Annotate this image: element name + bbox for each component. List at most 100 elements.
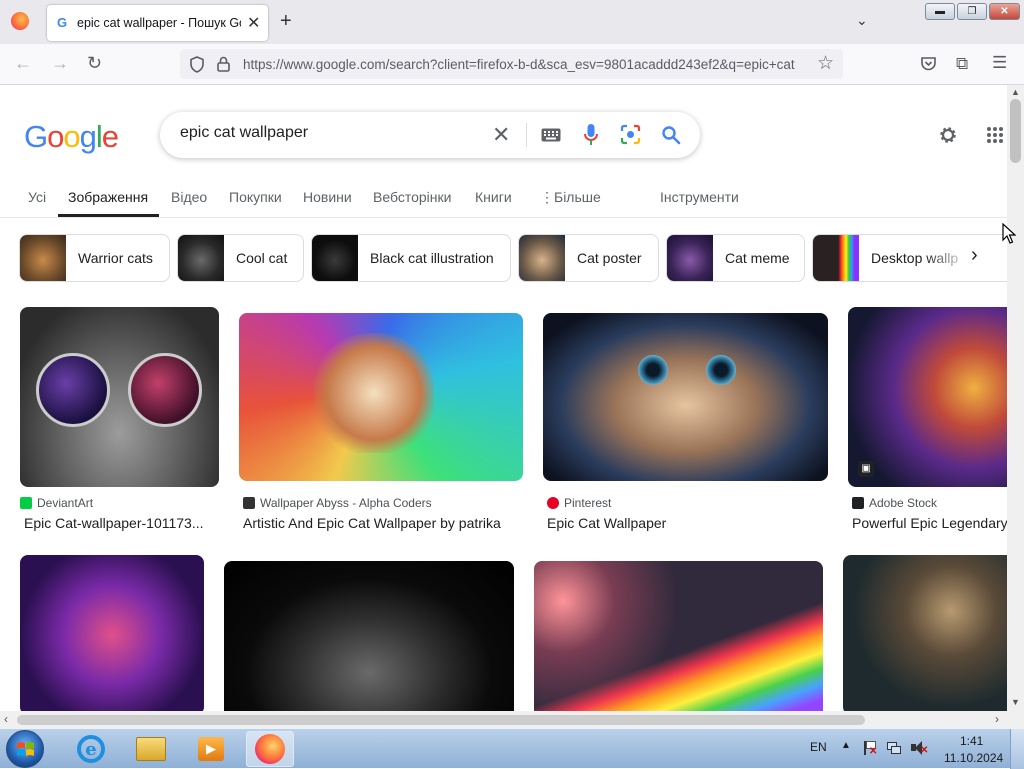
volume-muted-icon[interactable]: ✕ [910,739,928,757]
scroll-left-arrow-icon[interactable]: ‹ [4,712,8,726]
input-language-indicator[interactable]: EN [810,740,827,754]
chip-label: Cool cat [236,250,288,266]
image-result[interactable]: DeviantArt Epic Cat-wallpaper-101173... [20,307,219,535]
chip-black-cat-illustration[interactable]: Black cat illustration [311,234,511,282]
taskbar-file-explorer[interactable] [127,731,175,767]
adobe-stock-favicon-icon [852,497,864,509]
google-apps-grid-icon[interactable] [986,126,1004,144]
media-player-icon: ▶ [198,737,224,761]
image-result[interactable]: Wallpaper Abyss - Alpha Coders Artistic … [239,313,523,535]
image-result[interactable] [534,561,823,711]
tab-news[interactable]: Новини [303,189,352,205]
tab-videos[interactable]: Відео [171,189,207,205]
chips-next-chevron-icon[interactable]: › [971,244,978,267]
result-thumbnail[interactable] [20,555,204,711]
chip-warrior-cats[interactable]: Warrior cats [19,234,170,282]
taskbar-media-player[interactable]: ▶ [187,731,235,767]
taskbar-firefox-active[interactable] [246,731,294,767]
result-thumbnail[interactable] [20,307,219,487]
url-text[interactable]: https://www.google.com/search?client=fir… [243,57,809,72]
navigation-toolbar: ← → ↻ https://www.google.com/search?clie… [0,44,1024,85]
result-source[interactable]: Adobe Stock [852,496,937,510]
show-desktop-button[interactable] [1010,729,1024,769]
result-caption[interactable]: Epic Cat-wallpaper-101173... [24,515,219,531]
window-minimize-button[interactable]: ▬ [925,3,955,20]
result-thumbnail[interactable] [224,561,514,711]
tools-button[interactable]: Інструменти [660,189,739,205]
search-results-page: Google ✕ Усі Зображення Відео Покупки Но… [0,85,1007,711]
taskbar-internet-explorer[interactable]: e [67,731,115,767]
chip-label: Cat meme [725,250,790,266]
list-all-tabs-chevron-icon[interactable]: ⌄ [856,12,868,29]
windows-taskbar: e ▶ EN ▲ ✕ ✕ 1:41 11.10.2024 [0,728,1024,769]
result-thumbnail[interactable]: ▣ [848,307,1007,487]
bookmark-star-icon[interactable]: ☆ [817,52,834,75]
clear-search-icon[interactable]: ✕ [492,122,510,148]
keyboard-icon[interactable] [541,128,561,142]
result-caption[interactable]: Artistic And Epic Cat Wallpaper by patri… [243,515,523,531]
image-result[interactable] [224,561,514,711]
vertical-scrollbar[interactable]: ▲ ▼ [1007,85,1024,711]
firefox-menu-icon[interactable] [11,12,29,30]
app-menu-hamburger-icon[interactable]: ☰ [992,53,1007,73]
tracking-protection-shield-icon[interactable] [189,56,205,73]
result-thumbnail[interactable] [543,313,828,481]
chip-cat-meme[interactable]: Cat meme [666,234,805,282]
clock-time[interactable]: 1:41 [960,734,983,748]
horizontal-scrollbar[interactable]: ‹ › [0,711,1024,728]
image-result[interactable]: ▣ Adobe Stock Powerful Epic Legendary [848,307,1007,535]
tab-close-icon[interactable]: ✕ [247,13,260,33]
browser-tab-active[interactable]: G epic cat wallpaper - Пошук Google ✕ [47,5,268,41]
forward-icon[interactable]: → [51,53,69,74]
voice-search-mic-icon[interactable] [584,123,598,147]
chip-thumbnail [813,235,859,281]
image-result[interactable]: Pinterest Epic Cat Wallpaper [543,313,828,535]
window-close-button[interactable]: ✕ [989,3,1020,20]
action-center-flag-icon[interactable]: ✕ [862,740,878,757]
more-dots-icon[interactable]: ⋮ [540,189,554,206]
result-source[interactable]: Wallpaper Abyss - Alpha Coders [243,496,432,510]
lock-icon[interactable] [217,56,230,72]
pocket-icon[interactable] [920,56,937,72]
chip-label: Warrior cats [78,250,153,266]
settings-gear-icon[interactable] [937,124,959,146]
chip-cat-poster[interactable]: Cat poster [518,234,659,282]
search-submit-icon[interactable] [661,125,681,145]
network-icon[interactable] [886,740,902,756]
new-tab-icon[interactable]: + [280,10,292,33]
start-button[interactable] [6,730,44,768]
image-result[interactable] [20,555,204,711]
image-result[interactable] [843,555,1007,711]
tab-images[interactable]: Зображення [68,189,148,205]
lens-search-icon[interactable] [620,124,641,145]
chip-cool-cat[interactable]: Cool cat [177,234,304,282]
result-source[interactable]: Pinterest [547,496,611,510]
window-restore-button[interactable]: ❐ [957,3,987,20]
vertical-scroll-thumb[interactable] [1010,99,1021,163]
horizontal-scroll-thumb[interactable] [17,715,865,725]
reload-icon[interactable]: ↻ [87,53,102,74]
back-icon[interactable]: ← [14,53,32,74]
search-input[interactable] [180,124,480,142]
tab-web[interactable]: Вебсторінки [373,189,451,205]
tab-all[interactable]: Усі [28,189,46,205]
address-bar[interactable]: https://www.google.com/search?client=fir… [180,49,843,79]
clock-date[interactable]: 11.10.2024 [944,751,1003,765]
tab-more[interactable]: Більше [554,189,601,205]
scroll-up-arrow-icon[interactable]: ▲ [1011,87,1020,97]
extensions-puzzle-icon[interactable]: ⧉ [956,54,968,74]
scroll-down-arrow-icon[interactable]: ▼ [1011,697,1020,707]
result-thumbnail[interactable] [534,561,823,711]
search-divider [526,123,527,147]
url-path: /search?client=firefox-b-d&sca_esv=9801a… [385,56,795,72]
google-logo[interactable]: Google [24,119,119,155]
scroll-right-arrow-icon[interactable]: › [995,712,999,726]
result-source[interactable]: DeviantArt [20,496,93,510]
show-hidden-icons-icon[interactable]: ▲ [841,740,851,751]
tab-shopping[interactable]: Покупки [229,189,282,205]
tab-books[interactable]: Книги [475,189,512,205]
result-caption[interactable]: Powerful Epic Legendary [852,515,1007,531]
result-thumbnail[interactable] [239,313,523,481]
result-thumbnail[interactable] [843,555,1007,711]
result-caption[interactable]: Epic Cat Wallpaper [547,515,827,531]
